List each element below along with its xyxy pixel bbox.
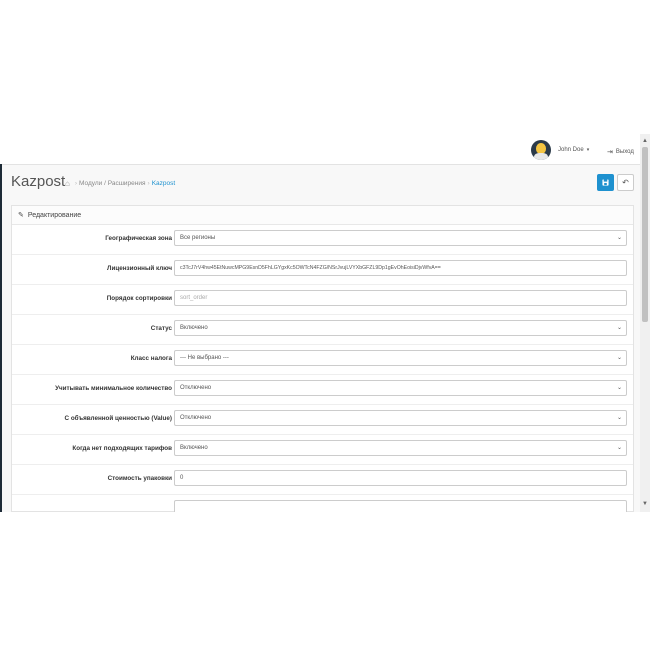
tax-class-select[interactable]: --- Не выбрано --- ⌄ <box>174 350 627 366</box>
chevron-down-icon: ⌄ <box>616 445 622 451</box>
scroll-up-icon[interactable]: ▲ <box>642 138 648 144</box>
breadcrumb-item-modules[interactable]: Модули / Расширения <box>79 180 146 187</box>
back-button[interactable]: ↶ <box>617 174 634 191</box>
reply-icon: ↶ <box>622 178 629 187</box>
form-row-status: Статус Включено ⌄ <box>12 314 633 345</box>
no-tariffs-select[interactable]: Включено ⌄ <box>174 440 627 456</box>
chevron-down-icon: ⌄ <box>616 235 622 241</box>
field-label: Учитывать минимальное количество <box>55 385 172 392</box>
scroll-down-icon[interactable]: ▼ <box>642 501 648 507</box>
next-field-input[interactable] <box>174 500 627 512</box>
field-label: Порядок сортировки <box>106 295 172 302</box>
scrollbar-thumb[interactable] <box>642 147 648 322</box>
field-label: Географическая зона <box>105 235 172 242</box>
packing-cost-input[interactable]: 0 <box>174 470 627 486</box>
user-name: John Doe <box>558 147 584 153</box>
status-select[interactable]: Включено ⌄ <box>174 320 627 336</box>
chevron-down-icon: ⌄ <box>616 355 622 361</box>
breadcrumb-item-kazpost[interactable]: Kazpost <box>152 180 176 187</box>
declared-value-select[interactable]: Отключено ⌄ <box>174 410 627 426</box>
vertical-scrollbar[interactable]: ▲ ▼ <box>640 134 650 512</box>
field-label: Лицензионный ключ <box>107 265 172 272</box>
top-header: John Doe ▾ ⇥ Выход <box>0 134 640 165</box>
pencil-icon: ✎ <box>18 212 24 219</box>
save-button[interactable] <box>597 174 614 191</box>
sort-order-input[interactable]: sort_order <box>174 290 627 306</box>
field-label: Когда нет подходящих тарифов <box>72 445 172 452</box>
page-title: Kazpost <box>11 173 66 190</box>
panel-title: Редактирование <box>27 211 82 219</box>
form-row-sort-order: Порядок сортировки sort_order <box>12 284 633 315</box>
field-label: Статус <box>150 325 172 332</box>
field-label: С объявленной ценностью (Value) <box>64 415 172 422</box>
main-content: Kazpost ⌂ › Модули / Расширения › Kazpos… <box>2 165 640 512</box>
field-label: Класс налога <box>130 355 172 362</box>
form-row-min-quantity: Учитывать минимальное количество Отключе… <box>12 374 633 405</box>
avatar <box>531 140 551 160</box>
form-row-declared-value: С объявленной ценностью (Value) Отключен… <box>12 404 633 435</box>
chevron-down-icon: ⌄ <box>616 385 622 391</box>
form-row-license-key: Лицензионный ключ c3TcJ7rV4hw45EtNuwcMPG… <box>12 254 633 285</box>
logout-label: Выход <box>615 149 634 155</box>
chevron-down-icon: ⌄ <box>616 325 622 331</box>
form-row-next <box>12 494 633 512</box>
field-label: Стоимость упаковки <box>107 475 172 482</box>
edit-panel: ✎ Редактирование Географическая зона Все… <box>11 205 634 512</box>
chevron-down-icon: ⌄ <box>616 415 622 421</box>
min-quantity-select[interactable]: Отключено ⌄ <box>174 380 627 396</box>
license-key-input[interactable]: c3TcJ7rV4hw45EtNuwcMPG9EsnD5FhLGYgxKc5OW… <box>174 260 627 276</box>
geo-zone-select[interactable]: Все регионы ⌄ <box>174 230 627 246</box>
app-window: John Doe ▾ ⇥ Выход Kazpost ⌂ › Модули / … <box>0 134 650 512</box>
save-icon <box>602 179 609 186</box>
home-icon[interactable]: ⌂ <box>65 179 70 188</box>
form-row-geo-zone: Географическая зона Все регионы ⌄ <box>12 224 633 255</box>
caret-down-icon: ▾ <box>586 147 590 153</box>
logout-link[interactable]: ⇥ Выход <box>607 148 634 156</box>
form-row-tax-class: Класс налога --- Не выбрано --- ⌄ <box>12 344 633 375</box>
form-row-no-tariffs: Когда нет подходящих тарифов Включено ⌄ <box>12 434 633 465</box>
breadcrumb: ⌂ › Модули / Расширения › Kazpost <box>65 179 176 188</box>
panel-heading: ✎ Редактирование <box>12 206 633 225</box>
form-row-packing-cost: Стоимость упаковки 0 <box>12 464 633 495</box>
user-menu[interactable]: John Doe ▾ <box>531 140 589 160</box>
sign-out-icon: ⇥ <box>607 149 613 156</box>
